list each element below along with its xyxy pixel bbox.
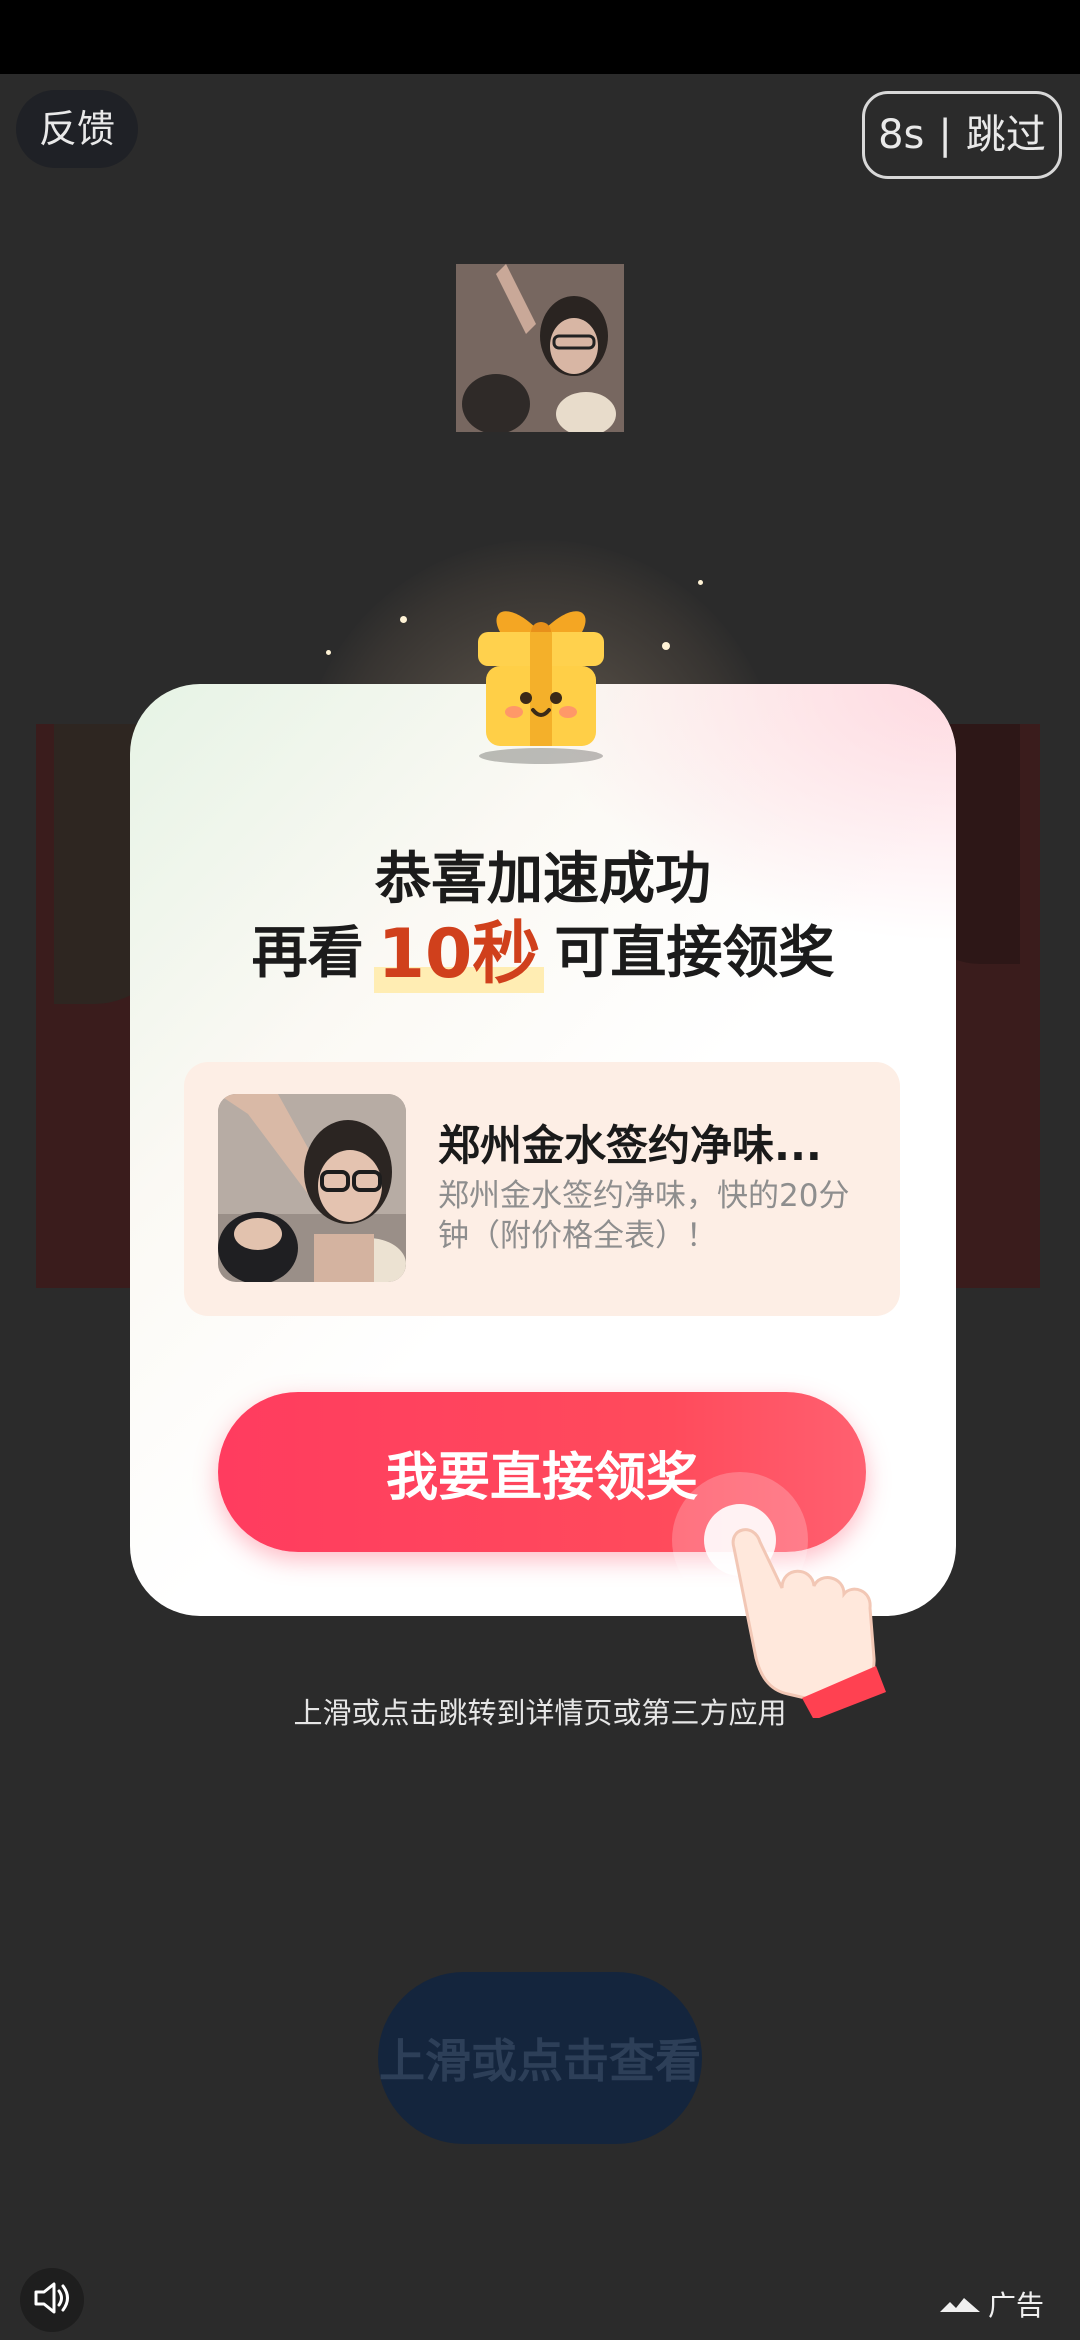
hand-pointer-icon <box>664 1468 924 1720</box>
ad-logo-icon <box>939 2288 980 2321</box>
ad-thumbnail <box>218 1094 406 1282</box>
background-video-thumbnail <box>456 264 624 432</box>
sound-button[interactable] <box>20 2268 84 2332</box>
sparkle <box>400 616 407 623</box>
swipe-view-label: 上滑或点击查看 <box>379 2034 701 2088</box>
gift-icon <box>448 580 634 766</box>
ad-title: 郑州金水签约净味... <box>438 1121 822 1170</box>
title-suffix: 可直接领奖 <box>554 921 835 986</box>
modal-title-line2: 再看 10秒 可直接领奖 <box>130 908 956 994</box>
claim-reward-label: 我要直接领奖 <box>385 1447 698 1508</box>
swipe-view-button[interactable]: 上滑或点击查看 <box>378 1972 702 2144</box>
status-bar <box>0 0 1080 74</box>
ad-info-card[interactable]: 郑州金水签约净味... 郑州金水签约净味，快的20分钟（附价格全表）！ <box>184 1062 900 1316</box>
skip-label: 跳过 <box>965 112 1046 158</box>
sparkle <box>326 650 331 655</box>
countdown-text: 8s <box>878 112 925 158</box>
title-highlight-seconds: 10秒 <box>373 915 544 994</box>
feedback-button[interactable]: 反馈 <box>16 90 138 168</box>
skip-button[interactable]: 8s | 跳过 <box>862 91 1062 179</box>
ad-label: 广告 <box>939 2284 1044 2324</box>
ad-label-text: 广告 <box>987 2289 1044 2322</box>
sparkle <box>662 642 670 650</box>
skip-separator: | <box>938 112 952 158</box>
sound-icon <box>30 2276 74 2324</box>
title-prefix: 再看 <box>251 921 364 986</box>
sparkle <box>698 580 703 585</box>
feedback-label: 反馈 <box>38 107 115 151</box>
ad-description: 郑州金水签约净味，快的20分钟（附价格全表）！ <box>438 1178 850 1254</box>
modal-title-line1: 恭喜加速成功 <box>375 847 711 912</box>
